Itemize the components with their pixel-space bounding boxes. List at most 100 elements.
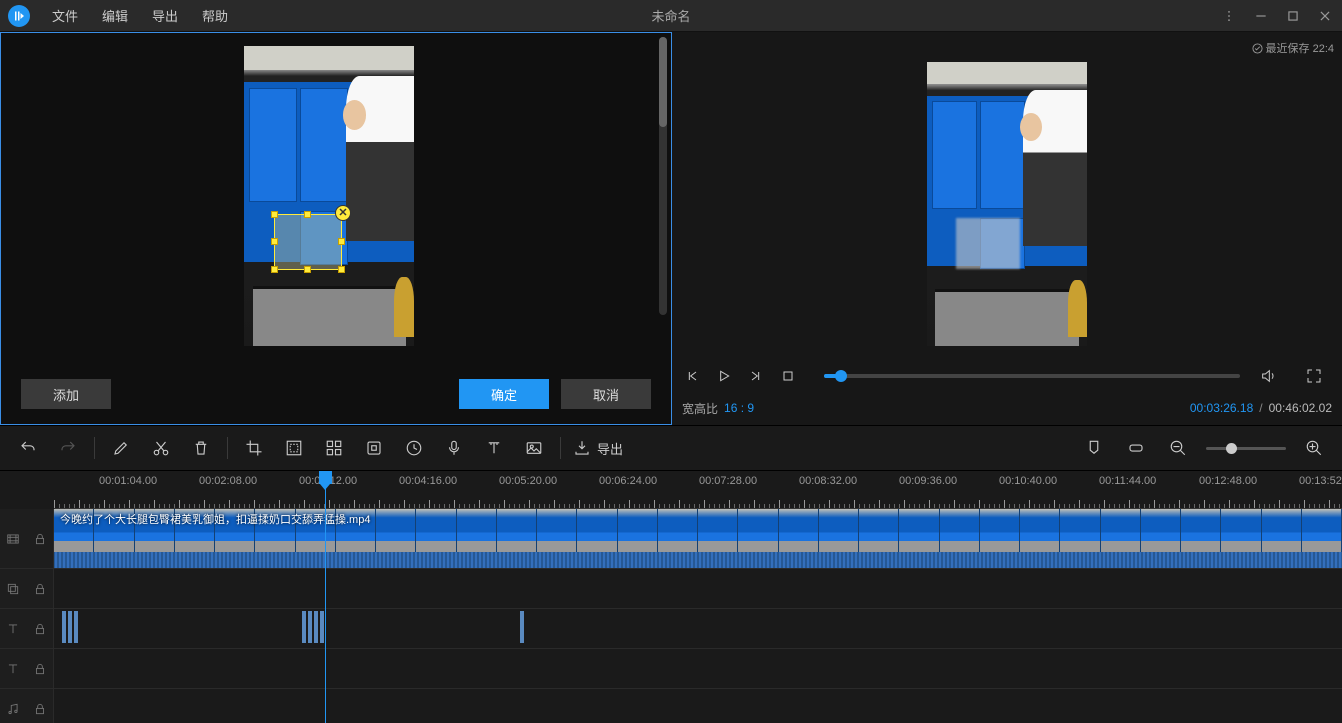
text-marker[interactable] [74, 611, 78, 643]
text-track-1 [0, 609, 1342, 649]
delete-icon[interactable] [187, 434, 215, 462]
resize-handle-br[interactable] [338, 266, 345, 273]
resize-handle-mr[interactable] [338, 238, 345, 245]
progress-bar[interactable] [824, 374, 1240, 378]
resize-handle-ml[interactable] [271, 238, 278, 245]
audio-track [0, 689, 1342, 723]
resize-handle-tm[interactable] [304, 211, 311, 218]
window-title: 未命名 [651, 6, 690, 25]
overlay-track-body[interactable] [54, 569, 1342, 608]
ruler-label: 00:07:28.00 [699, 475, 757, 487]
overlay-track [0, 569, 1342, 609]
app-logo-icon [8, 5, 30, 27]
editor-canvas[interactable]: ✕ [1, 33, 657, 358]
resize-handle-tl[interactable] [271, 211, 278, 218]
lock-icon[interactable] [33, 582, 47, 596]
minimize-icon[interactable] [1252, 7, 1270, 25]
stop-icon[interactable] [776, 364, 800, 388]
lock-icon[interactable] [33, 532, 47, 546]
microphone-icon[interactable] [440, 434, 468, 462]
audio-track-body[interactable] [54, 689, 1342, 723]
aspect-value[interactable]: 16 : 9 [724, 401, 754, 415]
zoom-in-icon[interactable] [1300, 434, 1328, 462]
cut-icon[interactable] [147, 434, 175, 462]
cancel-button[interactable]: 取消 [561, 379, 651, 409]
more-icon[interactable] [1220, 7, 1238, 25]
fullscreen-icon[interactable] [1302, 364, 1326, 388]
selection-box[interactable]: ✕ [274, 214, 342, 270]
zoom-out-icon[interactable] [1164, 434, 1192, 462]
text-track-2 [0, 649, 1342, 689]
selection-remove-icon[interactable]: ✕ [335, 205, 351, 221]
progress-thumb[interactable] [835, 370, 847, 382]
ruler-label: 00:06:24.00 [599, 475, 657, 487]
effect-editor-panel: ✕ 添加 确定 取消 [0, 32, 672, 425]
lock-icon[interactable] [33, 622, 47, 636]
ruler-label: 00:09:36.00 [899, 475, 957, 487]
text-track-body[interactable] [54, 649, 1342, 688]
grid-icon[interactable] [320, 434, 348, 462]
lock-icon[interactable] [33, 662, 47, 676]
mosaic-icon[interactable] [280, 434, 308, 462]
current-time: 00:03:26.18 [1190, 401, 1253, 415]
next-frame-icon[interactable] [744, 364, 768, 388]
picture-icon[interactable] [520, 434, 548, 462]
prev-frame-icon[interactable] [680, 364, 704, 388]
menu-help[interactable]: 帮助 [190, 6, 240, 25]
text-track-body[interactable] [54, 609, 1342, 648]
text-marker[interactable] [308, 611, 312, 643]
panel-scrollbar[interactable] [659, 37, 667, 315]
close-icon[interactable] [1316, 7, 1334, 25]
ruler-label: 00:11:44.00 [1099, 475, 1156, 487]
play-icon[interactable] [712, 364, 736, 388]
maximize-icon[interactable] [1284, 7, 1302, 25]
preview-video [927, 62, 1087, 346]
resize-handle-bl[interactable] [271, 266, 278, 273]
timeline: 00:01:04.0000:02:08.0000:03:12.0000:04:1… [0, 471, 1342, 723]
preview-panel: 最近保存 22:4 [672, 32, 1342, 425]
lock-icon[interactable] [33, 702, 47, 716]
zoom-slider[interactable] [1206, 447, 1286, 450]
speed-icon[interactable] [400, 434, 428, 462]
export-button[interactable]: 导出 [573, 439, 623, 458]
ruler-label: 00:12:48.00 [1199, 475, 1257, 487]
redo-icon[interactable] [54, 434, 82, 462]
add-button[interactable]: 添加 [21, 379, 111, 409]
titlebar: 文件 编辑 导出 帮助 未命名 [0, 0, 1342, 32]
crop-icon[interactable] [240, 434, 268, 462]
menu-export[interactable]: 导出 [140, 6, 190, 25]
undo-icon[interactable] [14, 434, 42, 462]
ruler-label: 00:04:16.00 [399, 475, 457, 487]
ruler-label: 00:01:04.00 [99, 475, 157, 487]
video-clip[interactable]: 今晚约了个大长腿包臀裙美乳御姐，扣逼揉奶口交舔弄猛操.mp4 [54, 509, 1342, 568]
volume-icon[interactable] [1256, 364, 1280, 388]
text-icon[interactable] [480, 434, 508, 462]
zoom-thumb[interactable] [1226, 443, 1237, 454]
fit-icon[interactable] [1122, 434, 1150, 462]
text-marker[interactable] [302, 611, 306, 643]
freeze-icon[interactable] [360, 434, 388, 462]
playhead[interactable] [325, 471, 326, 723]
menu-file[interactable]: 文件 [40, 6, 90, 25]
video-track: 今晚约了个大长腿包臀裙美乳御姐，扣逼揉奶口交舔弄猛操.mp4 [0, 509, 1342, 569]
time-separator: / [1259, 401, 1262, 415]
text-marker[interactable] [68, 611, 72, 643]
aspect-label: 宽高比 [682, 400, 718, 417]
pencil-icon[interactable] [107, 434, 135, 462]
ruler-label: 00:05:20.00 [499, 475, 557, 487]
ruler-label: 00:13:52 [1299, 475, 1342, 487]
confirm-button[interactable]: 确定 [459, 379, 549, 409]
clip-filename: 今晚约了个大长腿包臀裙美乳御姐，扣逼揉奶口交舔弄猛操.mp4 [60, 511, 370, 527]
text-marker[interactable] [520, 611, 524, 643]
text-marker[interactable] [320, 611, 324, 643]
text-marker[interactable] [62, 611, 66, 643]
timeline-toolbar: 导出 [0, 425, 1342, 471]
video-track-head [0, 509, 54, 568]
ruler-label: 00:08:32.00 [799, 475, 857, 487]
text-marker[interactable] [314, 611, 318, 643]
resize-handle-bm[interactable] [304, 266, 311, 273]
menu-edit[interactable]: 编辑 [90, 6, 140, 25]
ruler-label: 00:10:40.00 [999, 475, 1057, 487]
marker-icon[interactable] [1080, 434, 1108, 462]
timeline-ruler[interactable]: 00:01:04.0000:02:08.0000:03:12.0000:04:1… [54, 471, 1342, 509]
